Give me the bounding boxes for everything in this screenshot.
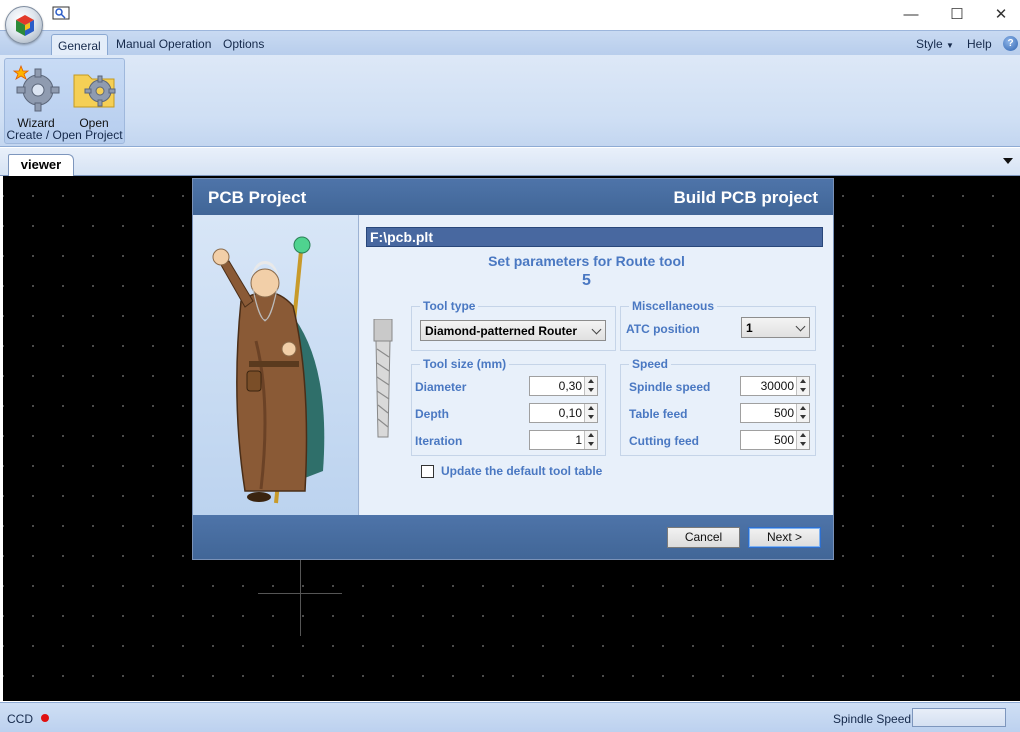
tab-manual-operation[interactable]: Manual Operation <box>116 37 211 51</box>
tool-size-legend: Tool size (mm) <box>420 357 510 371</box>
depth-label: Depth <box>415 407 449 421</box>
help-icon[interactable]: ? <box>1003 36 1018 51</box>
tool-type-group: Tool type Diamond-patterned Router <box>411 299 616 351</box>
table-feed-spin-buttons[interactable] <box>796 404 809 422</box>
chevron-down-icon <box>795 321 806 332</box>
table-feed-label: Table feed <box>629 407 688 421</box>
ccd-label: CCD <box>7 712 33 726</box>
iteration-stepper[interactable]: 1 <box>529 430 598 450</box>
cancel-button[interactable]: Cancel <box>667 527 740 548</box>
diameter-stepper[interactable]: 0,30 <box>529 376 598 396</box>
spindle-speed-value: 30000 <box>760 379 794 393</box>
speed-legend: Speed <box>629 357 672 371</box>
ribbon-panel: Wizard Open Create / Open Project <box>0 55 1020 147</box>
file-path-display: F:\pcb.plt <box>366 227 823 247</box>
diameter-label: Diameter <box>415 380 467 394</box>
cutting-feed-label: Cutting feed <box>629 434 699 448</box>
miscellaneous-legend: Miscellaneous <box>629 299 718 313</box>
wizard-illustration <box>212 236 325 504</box>
tab-list-dropdown-icon[interactable] <box>1003 158 1013 164</box>
quick-access-icon[interactable] <box>52 4 72 22</box>
close-button[interactable]: ✕ <box>978 0 1020 30</box>
dialog-footer: Cancel Next > <box>193 515 833 559</box>
tool-number: 5 <box>582 272 591 289</box>
diameter-value: 0,30 <box>558 379 582 393</box>
ribbon-tab-strip: General Manual Operation Options Style ▼… <box>0 30 1020 58</box>
iteration-value: 1 <box>575 433 582 447</box>
style-label: Style <box>916 37 943 51</box>
depth-stepper[interactable]: 0,10 <box>529 403 598 423</box>
title-bar: — ☐ ✕ <box>0 0 1020 44</box>
app-menu-orb-icon[interactable] <box>5 6 43 44</box>
tool-type-select[interactable]: Diamond-patterned Router <box>420 320 606 341</box>
diameter-spin-buttons[interactable] <box>584 377 597 395</box>
miscellaneous-group: Miscellaneous ATC position 1 <box>620 299 816 351</box>
atc-position-label: ATC position <box>626 322 700 336</box>
speed-group: Speed Spindle speed 30000 Table feed 500… <box>620 357 816 456</box>
atc-position-select[interactable]: 1 <box>741 317 810 338</box>
tool-type-value: Diamond-patterned Router <box>425 324 578 338</box>
pcb-project-dialog: PCB Project Build PCB project F:\pcb.plt… <box>192 178 834 560</box>
group-label: Create / Open Project <box>6 128 123 142</box>
table-feed-stepper[interactable]: 500 <box>740 403 810 423</box>
style-menu[interactable]: Style ▼ <box>916 37 954 51</box>
update-tool-table-checkbox[interactable] <box>421 465 434 478</box>
create-open-project-group: Wizard Open Create / Open Project <box>4 58 125 144</box>
dialog-content: F:\pcb.plt Set parameters for Route tool… <box>360 215 833 515</box>
spindle-speed-status-field <box>912 708 1006 727</box>
cutting-feed-value: 500 <box>773 433 794 447</box>
spindle-speed-spin-buttons[interactable] <box>796 377 809 395</box>
iteration-spin-buttons[interactable] <box>584 431 597 449</box>
update-tool-table-label[interactable]: Update the default tool table <box>441 464 602 478</box>
help-menu[interactable]: Help <box>967 37 992 51</box>
maximize-button[interactable]: ☐ <box>934 0 980 30</box>
cutting-feed-spin-buttons[interactable] <box>796 431 809 449</box>
tool-type-legend: Tool type <box>420 299 479 313</box>
depth-spin-buttons[interactable] <box>584 404 597 422</box>
table-feed-value: 500 <box>773 406 794 420</box>
tool-size-group: Tool size (mm) Diameter 0,30 Depth 0,10 … <box>411 357 606 456</box>
spindle-speed-label: Spindle speed <box>629 380 711 394</box>
tab-options[interactable]: Options <box>223 37 264 51</box>
cutting-feed-stepper[interactable]: 500 <box>740 430 810 450</box>
tab-viewer[interactable]: viewer <box>8 154 74 176</box>
minimize-button[interactable]: — <box>888 0 934 30</box>
crosshair-vertical <box>300 560 301 636</box>
document-tab-strip: viewer <box>0 148 1020 176</box>
status-bar: CCD Spindle Speed <box>0 702 1020 732</box>
dialog-subtitle: Build PCB project <box>673 188 818 207</box>
open-folder-gear-icon <box>73 74 116 108</box>
open-button[interactable]: Open <box>66 61 122 130</box>
router-bit-icon <box>373 319 393 438</box>
parameters-heading: Set parameters for Route tool <box>488 253 685 269</box>
ccd-status-indicator-icon <box>41 714 49 722</box>
atc-position-value: 1 <box>746 321 753 335</box>
chevron-down-icon <box>591 324 602 335</box>
dialog-title: PCB Project <box>208 188 307 207</box>
next-button[interactable]: Next > <box>748 527 821 548</box>
iteration-label: Iteration <box>415 434 463 448</box>
wizard-gear-icon <box>12 64 60 112</box>
spindle-speed-stepper[interactable]: 30000 <box>740 376 810 396</box>
style-dropdown-icon: ▼ <box>946 41 954 50</box>
wizard-button[interactable]: Wizard <box>8 61 64 130</box>
dialog-header: PCB Project Build PCB project <box>193 179 833 215</box>
depth-value: 0,10 <box>558 406 582 420</box>
spindle-speed-status-label: Spindle Speed <box>833 712 912 726</box>
wizard-illustration-panel <box>193 215 359 515</box>
